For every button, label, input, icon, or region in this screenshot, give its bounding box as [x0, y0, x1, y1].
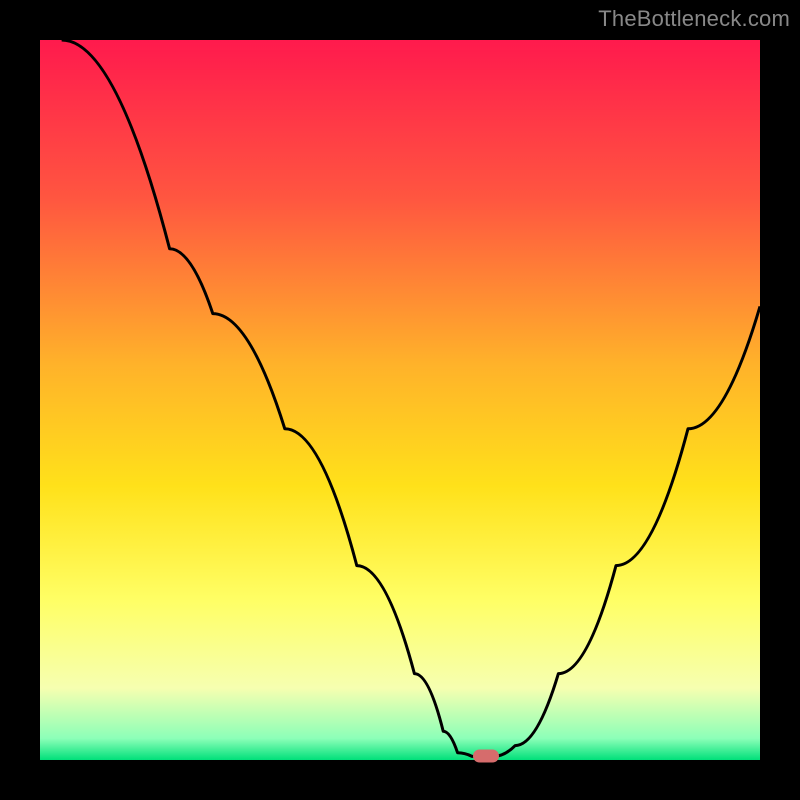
curve-layer — [40, 40, 760, 760]
watermark: TheBottleneck.com — [598, 6, 790, 32]
optimum-marker — [473, 750, 499, 763]
chart-container: { "brand": "TheBottleneck.com", "chart_d… — [0, 0, 800, 800]
plot-area — [40, 40, 760, 760]
